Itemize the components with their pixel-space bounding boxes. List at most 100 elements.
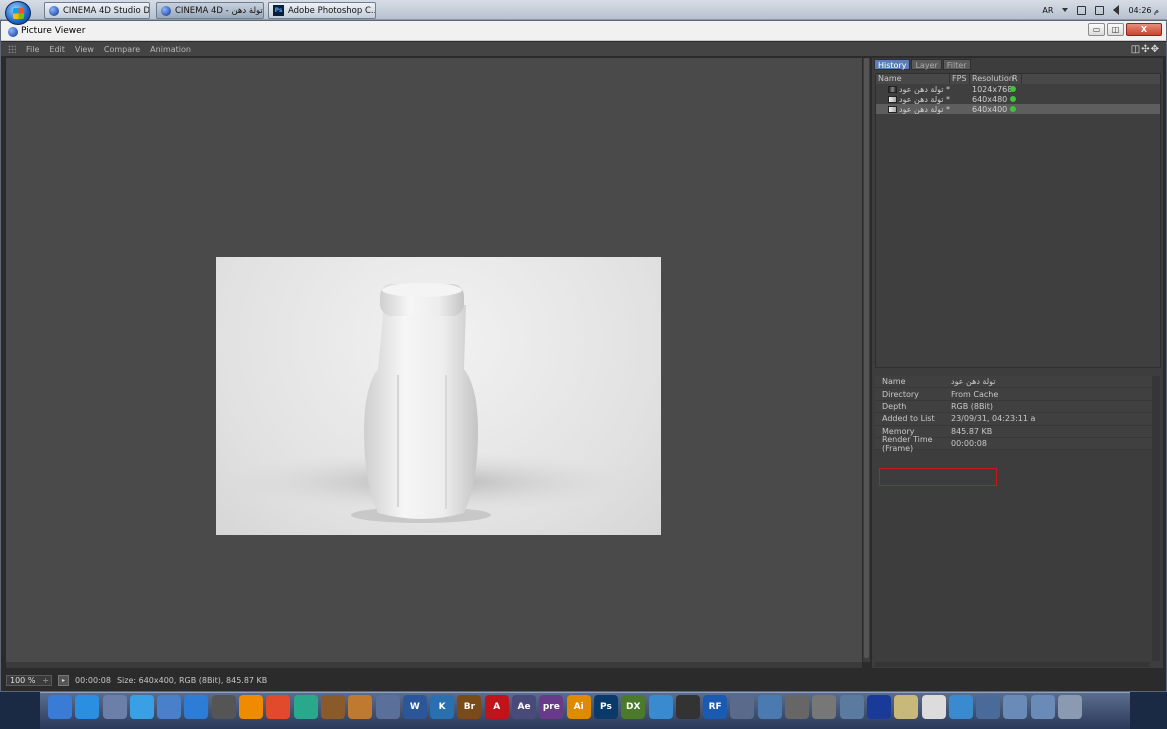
mail-icon[interactable]	[375, 695, 400, 719]
ccleaner-icon[interactable]	[266, 695, 291, 719]
history-row-selected[interactable]: تولة دهن عود * 640x400	[876, 104, 1160, 114]
folder-icon[interactable]	[1003, 695, 1028, 719]
start-button[interactable]	[5, 1, 31, 25]
flag-icon[interactable]	[1077, 5, 1087, 15]
history-item-resolution: 1024x768	[972, 84, 1013, 94]
image-viewport[interactable]	[6, 58, 862, 662]
close-button[interactable]: X	[1126, 23, 1162, 36]
cinema4d-icon	[161, 5, 171, 16]
tab-filter[interactable]: Filter	[942, 59, 971, 70]
minimize-button[interactable]: ▭	[1088, 23, 1105, 36]
notes-icon[interactable]	[894, 695, 919, 719]
itunes-icon[interactable]	[184, 695, 209, 719]
server-icon[interactable]	[976, 695, 1001, 719]
status-dot-icon	[1010, 96, 1016, 102]
imovie-icon[interactable]	[157, 695, 182, 719]
wizard-icon[interactable]	[320, 695, 345, 719]
side-panel: History Layer Filter Name FPS Resolution…	[872, 58, 1163, 668]
zbrush-icon[interactable]	[675, 695, 700, 719]
window-controls: ▭ ◫ X	[1088, 23, 1162, 36]
taskbar-button-cinema4d-studio[interactable]: CINEMA 4D Studio D...	[44, 2, 150, 19]
history-item-name: تولة دهن عود *	[899, 84, 950, 94]
history-header: Name FPS Resolution R	[876, 74, 1160, 84]
preview-icon[interactable]	[102, 695, 127, 719]
column-r[interactable]: R	[1010, 74, 1022, 84]
clock[interactable]: 04:26 م	[1128, 6, 1159, 15]
help-icon[interactable]	[757, 695, 782, 719]
illustrator-icon[interactable]: Ai	[566, 695, 591, 719]
taskbar-button-label: CINEMA 4D Studio D...	[63, 5, 150, 16]
history-row[interactable]: تولة دهن عود * 1024x768	[876, 84, 1160, 94]
viewport-vertical-scrollbar[interactable]	[863, 58, 870, 662]
cinema4d-icon[interactable]	[866, 695, 891, 719]
photo-icon[interactable]	[348, 695, 373, 719]
thumbnail-icon	[888, 95, 897, 103]
menu-edit[interactable]: Edit	[49, 45, 65, 54]
safari-icon[interactable]	[75, 695, 100, 719]
info-row-name: Name تولة دهن عود	[875, 376, 1152, 389]
history-list: Name FPS Resolution R تولة دهن عود * 102…	[875, 73, 1161, 368]
cinema4d-icon	[49, 5, 59, 16]
language-indicator[interactable]: AR	[1042, 6, 1053, 15]
folder-icon[interactable]	[1030, 695, 1055, 719]
history-item-name: تولة دهن عود *	[899, 104, 950, 114]
history-row[interactable]: تولة دهن عود * 640x480	[876, 94, 1160, 104]
menu-view[interactable]: View	[75, 45, 94, 54]
word-icon[interactable]: W	[402, 695, 427, 719]
column-fps[interactable]: FPS	[950, 74, 970, 84]
premiere-icon[interactable]: pre	[539, 695, 564, 719]
maximize-button[interactable]: ◫	[1107, 23, 1124, 36]
info-row-render-time: Render Time (Frame) 00:00:08	[875, 435, 1152, 453]
aftereffects-icon[interactable]: Ae	[512, 695, 537, 719]
volume-icon[interactable]	[1113, 5, 1120, 15]
dx-icon[interactable]: DX	[621, 695, 646, 719]
cinema4d-icon	[8, 27, 18, 37]
system-tray: AR 04:26 م	[1042, 2, 1159, 18]
tab-history[interactable]: History	[874, 59, 911, 70]
calculator-icon[interactable]	[812, 695, 837, 719]
taskbar-button-label: Adobe Photoshop C...	[288, 5, 376, 16]
dvd-icon[interactable]	[211, 695, 236, 719]
facetime-icon[interactable]	[129, 695, 154, 719]
monitor-icon[interactable]	[839, 695, 864, 719]
cloud-icon[interactable]	[648, 695, 673, 719]
chevron-down-icon[interactable]	[1062, 8, 1069, 12]
thumbnail-icon	[888, 85, 897, 93]
acrobat-icon[interactable]: A	[484, 695, 509, 719]
status-bar: 100 % ▸ 00:00:08 Size: 640x400, RGB (8Bi…	[6, 673, 1164, 687]
play-button[interactable]: ▸	[58, 674, 69, 686]
taskbar-button-cinema4d-doc[interactable]: CINEMA 4D - تولة دهن	[156, 2, 264, 19]
panel-vertical-scrollbar[interactable]	[1152, 376, 1160, 661]
network-icon[interactable]	[1095, 5, 1105, 15]
panel-horizontal-scrollbar[interactable]	[875, 662, 1150, 667]
settings-icon[interactable]	[785, 695, 810, 719]
column-name[interactable]: Name	[876, 74, 950, 84]
finder-icon[interactable]	[48, 695, 72, 719]
photoshop-icon[interactable]: Ps	[593, 695, 618, 719]
column-resolution[interactable]: Resolution	[970, 74, 1014, 84]
bridge-icon[interactable]: Br	[457, 695, 482, 719]
kinemaster-icon[interactable]: K	[430, 695, 455, 719]
rendered-image	[216, 257, 661, 535]
document-icon[interactable]	[921, 695, 946, 719]
trash-icon[interactable]	[1057, 695, 1082, 719]
desktop-background	[0, 692, 40, 729]
realflow-icon[interactable]: RF	[703, 695, 728, 719]
tab-layer[interactable]: Layer	[911, 59, 942, 70]
feather-icon[interactable]	[293, 695, 318, 719]
menu-animation[interactable]: Animation	[150, 45, 191, 54]
grip-icon	[8, 45, 16, 53]
dock: W K Br A Ae pre Ai Ps DX RF	[40, 692, 1130, 729]
thumbnail-icon	[888, 105, 897, 113]
script-icon[interactable]	[948, 695, 973, 719]
info-row-added: Added to List 23/09/31, 04:23:11 a	[875, 413, 1152, 426]
zoom-field[interactable]: 100 %	[6, 674, 52, 686]
vlc-icon[interactable]	[239, 695, 264, 719]
menu-bar: File Edit View Compare Animation ◫✣✥	[1, 42, 1166, 56]
viewport-horizontal-scrollbar[interactable]	[6, 662, 862, 668]
layout-icon[interactable]: ◫✣✥	[1131, 44, 1160, 55]
menu-file[interactable]: File	[26, 45, 39, 54]
tools-icon[interactable]	[730, 695, 755, 719]
taskbar-button-photoshop[interactable]: Ps Adobe Photoshop C...	[268, 2, 376, 19]
menu-compare[interactable]: Compare	[104, 45, 140, 54]
